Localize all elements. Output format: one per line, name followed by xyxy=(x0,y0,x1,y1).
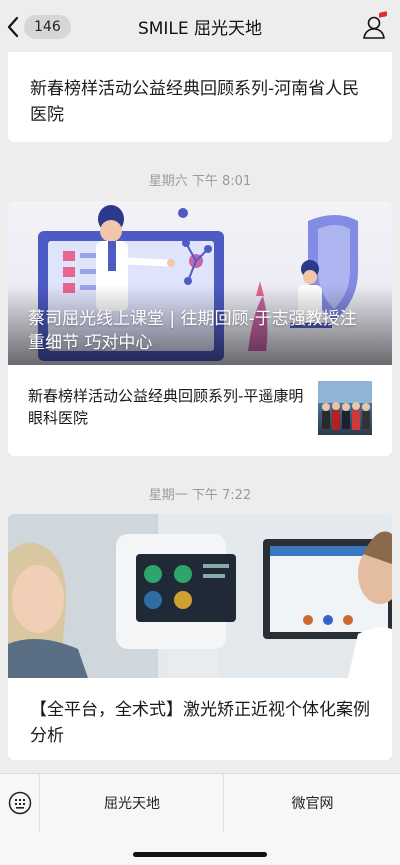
page-title: SMILE 屈光天地 xyxy=(137,18,263,39)
menu-item-qu-guang-tian-di[interactable]: 屈光天地 xyxy=(41,774,224,832)
keyboard-icon xyxy=(8,791,31,815)
chevron-left-icon xyxy=(7,16,19,38)
back-button[interactable]: 146 xyxy=(6,13,71,41)
article-card[interactable]: 【全平台，全术式】激光矫正近视个体化案例分析 xyxy=(8,514,392,760)
sub-article-thumbnail xyxy=(318,381,372,435)
sub-article-title: 新春榜样活动公益经典回顾系列-平遥康明眼科医院 xyxy=(28,387,304,427)
home-indicator xyxy=(133,852,267,857)
sub-article[interactable]: 新春榜样活动公益经典回顾系列-平遥康明眼科医院 xyxy=(8,365,392,456)
bottom-menu-bar: 屈光天地 微官网 xyxy=(0,773,400,865)
profile-button[interactable] xyxy=(362,11,388,40)
nav-bar: 146 SMILE 屈光天地 xyxy=(0,0,400,52)
article-cover-image xyxy=(8,514,392,678)
message-timestamp: 星期六 下午 8:01 xyxy=(148,174,252,189)
article-title: 新春榜样活动公益经典回顾系列-河南省人民医院 xyxy=(30,79,360,125)
article-card[interactable]: 新春榜样活动公益经典回顾系列-河南省人民医院 xyxy=(8,44,392,142)
message-timestamp: 星期一 下午 7:22 xyxy=(148,488,252,503)
cover-article[interactable]: 蔡司屈光线上课堂 | 往期回顾-于志强教授注重细节 巧对中心 xyxy=(8,201,392,365)
article-title: 【全平台，全术式】激光矫正近视个体化案例分析 xyxy=(30,700,370,746)
article-group-card: 蔡司屈光线上课堂 | 往期回顾-于志强教授注重细节 巧对中心 新春榜样活动公益经… xyxy=(8,201,392,456)
unread-count-badge: 146 xyxy=(24,15,71,39)
cover-article-title: 蔡司屈光线上课堂 | 往期回顾-于志强教授注重细节 巧对中心 xyxy=(28,309,357,353)
keyboard-toggle-button[interactable] xyxy=(0,774,40,832)
menu-item-wei-guan-wang[interactable]: 微官网 xyxy=(225,774,400,832)
